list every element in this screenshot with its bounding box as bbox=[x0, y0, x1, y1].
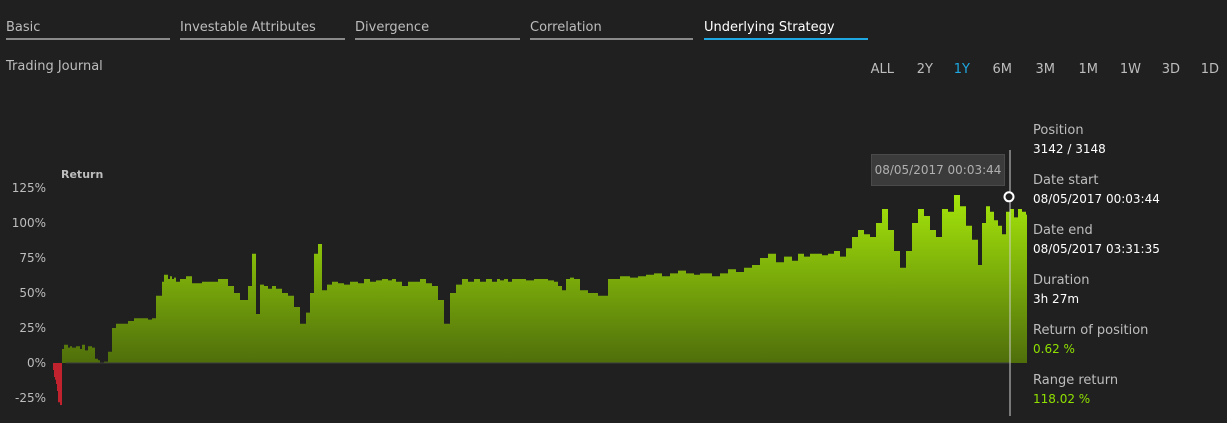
info-date-start: Date start 08/05/2017 00:03:44 bbox=[1033, 173, 1223, 223]
range-1y[interactable]: 1Y bbox=[954, 62, 970, 77]
y-tick-label: 100% bbox=[12, 216, 46, 230]
y-tick-label: 0% bbox=[27, 356, 46, 370]
position-label: Position bbox=[1033, 123, 1084, 138]
info-date-end: Date end 08/05/2017 03:31:35 bbox=[1033, 223, 1223, 273]
y-tick-label: 75% bbox=[19, 251, 46, 265]
date-start-label: Date start bbox=[1033, 173, 1099, 188]
cursor-tooltip: 08/05/2017 00:03:44 bbox=[871, 154, 1005, 186]
return-of-position-label: Return of position bbox=[1033, 323, 1149, 338]
y-axis-title: Return bbox=[61, 168, 103, 181]
date-end-label: Date end bbox=[1033, 223, 1093, 238]
range-1m[interactable]: 1M bbox=[1079, 62, 1099, 77]
info-return-of-position: Return of position 0.62 % bbox=[1033, 323, 1223, 373]
tab-basic[interactable]: Basic bbox=[6, 18, 170, 40]
positive-return-area bbox=[52, 195, 1027, 363]
y-axis: 125% 100% 75% 50% 25% 0% -25% bbox=[12, 181, 46, 405]
y-tick-label: -25% bbox=[15, 391, 46, 405]
tab-correlation[interactable]: Correlation bbox=[530, 18, 693, 40]
section-title: Trading Journal bbox=[6, 59, 103, 74]
date-end-value: 08/05/2017 03:31:35 bbox=[1033, 242, 1160, 256]
range-6m[interactable]: 6M bbox=[993, 62, 1013, 77]
duration-label: Duration bbox=[1033, 273, 1090, 288]
tab-underlying-strategy[interactable]: Underlying Strategy bbox=[704, 18, 868, 40]
range-return-value: 118.02 % bbox=[1033, 392, 1091, 406]
range-2y[interactable]: 2Y bbox=[917, 62, 933, 77]
time-range-selector: ALL 2Y 1Y 6M 3M 1M 1W 3D 1D bbox=[827, 62, 1227, 80]
range-3m[interactable]: 3M bbox=[1036, 62, 1056, 77]
range-1w[interactable]: 1W bbox=[1120, 62, 1141, 77]
negative-return-area bbox=[53, 363, 1027, 405]
position-info-panel: Position 3142 / 3148 Date start 08/05/20… bbox=[1033, 123, 1223, 423]
range-3d[interactable]: 3D bbox=[1162, 62, 1180, 77]
tab-investable-attributes[interactable]: Investable Attributes bbox=[180, 18, 345, 40]
position-value: 3142 / 3148 bbox=[1033, 142, 1106, 156]
range-return-label: Range return bbox=[1033, 373, 1119, 388]
duration-value: 3h 27m bbox=[1033, 292, 1080, 306]
return-of-position-value: 0.62 % bbox=[1033, 342, 1075, 356]
info-position: Position 3142 / 3148 bbox=[1033, 123, 1223, 173]
range-all[interactable]: ALL bbox=[871, 62, 894, 77]
y-tick-label: 125% bbox=[12, 181, 46, 195]
range-1d[interactable]: 1D bbox=[1201, 62, 1219, 77]
y-tick-label: 50% bbox=[19, 286, 46, 300]
y-tick-label: 25% bbox=[19, 321, 46, 335]
cursor-marker[interactable] bbox=[1003, 191, 1015, 203]
info-duration: Duration 3h 27m bbox=[1033, 273, 1223, 323]
tab-divergence[interactable]: Divergence bbox=[355, 18, 520, 40]
date-start-value: 08/05/2017 00:03:44 bbox=[1033, 192, 1160, 206]
